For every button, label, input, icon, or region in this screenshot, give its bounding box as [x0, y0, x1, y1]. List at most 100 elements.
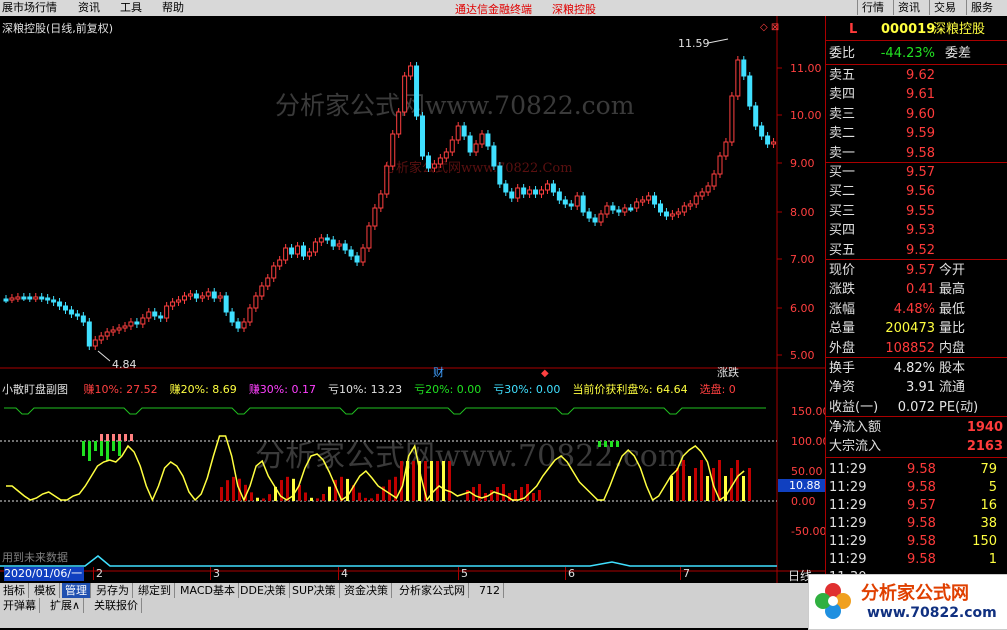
ind-bar: [688, 476, 691, 501]
btn-quotes[interactable]: 行情: [857, 0, 888, 15]
indicator-name[interactable]: 小散盯盘副图: [2, 383, 68, 396]
candle-body: [556, 191, 562, 201]
btn-service[interactable]: 服务: [966, 0, 997, 15]
candle-body: [479, 133, 485, 145]
candle-body: [765, 135, 771, 145]
candle-body: [431, 163, 437, 169]
ind-bar: [526, 484, 529, 501]
candle-body: [140, 317, 146, 325]
asks-row[interactable]: 卖一 9.58: [829, 144, 1005, 163]
stat-label2: PE(动): [939, 399, 979, 415]
bids-row[interactable]: 买一 9.57: [829, 163, 1005, 182]
tick-volume: 16: [980, 498, 997, 513]
logo-title: 分析家公式网: [861, 583, 969, 604]
candle-body: [378, 193, 384, 209]
ind-bar-pink: [106, 434, 109, 441]
price-tick: 9.00: [790, 157, 815, 170]
tab-2[interactable]: 关联报价: [91, 598, 142, 613]
ind-bar: [736, 460, 739, 501]
low-arrow: [97, 350, 111, 362]
tab-10[interactable]: 712: [476, 583, 504, 598]
stat-label2: 今开: [939, 263, 966, 278]
tick-row: 11:29 9.58 5: [829, 478, 1005, 497]
ind-bar-green: [610, 441, 613, 447]
bids-row[interactable]: 买二 9.56: [829, 182, 1005, 201]
btn-trade[interactable]: 交易: [929, 0, 960, 15]
ind-bar: [226, 480, 229, 501]
tab-1[interactable]: 扩展∧: [47, 598, 85, 613]
candle-body: [771, 141, 777, 145]
candle-body: [301, 245, 306, 257]
candle-body: [193, 293, 199, 299]
tab-1[interactable]: 模板: [31, 583, 60, 598]
candle-body: [574, 195, 580, 207]
tab-2[interactable]: 管理: [62, 583, 91, 598]
stat-label: 涨幅: [829, 301, 856, 317]
menu-market[interactable]: 展市场行情: [2, 1, 57, 15]
candle-body: [360, 247, 366, 263]
stat-label: 换手: [829, 361, 856, 376]
tab-0[interactable]: 指标: [0, 583, 29, 598]
tick-volume: 5: [988, 480, 997, 495]
asks-row[interactable]: 卖四 9.61: [829, 85, 1005, 104]
ind-bar: [682, 460, 685, 501]
price-axis: 11.00 10.00 9.00 8.00 7.00 6.00 5.00: [777, 62, 822, 362]
tick-row: 11:29 9.58 79: [829, 460, 1005, 479]
bids-row[interactable]: 买五 9.52: [829, 241, 1005, 260]
asks-row[interactable]: 卖二 9.59: [829, 124, 1005, 143]
candle-body: [425, 155, 431, 169]
btn-news[interactable]: 资讯: [893, 0, 924, 15]
tab-7[interactable]: SUP决策: [289, 583, 340, 598]
candle-body: [259, 285, 265, 297]
indicator-value-0: 赚10%: 27.52: [83, 383, 158, 396]
ind-bar-green: [616, 441, 619, 447]
asks-row[interactable]: 卖三 9.60: [829, 105, 1005, 124]
candle-body: [610, 205, 616, 211]
marker-diamond[interactable]: ◆: [541, 368, 549, 379]
ind-bar: [532, 493, 535, 501]
candle-body: [705, 185, 711, 193]
menu-tools[interactable]: 工具: [120, 1, 142, 15]
indicator-values: 赚10%: 27.52 赚20%: 8.69 赚30%: 0.17 亏10%: 13.…: [72, 383, 736, 396]
candle-body: [211, 291, 217, 299]
tab-9[interactable]: 分析家公式网: [396, 583, 469, 598]
separator: [826, 357, 1007, 358]
ind-bar-green: [94, 441, 97, 451]
candle-body: [223, 295, 229, 313]
stat-label: 外盘: [829, 340, 856, 356]
marker-finance[interactable]: 财: [433, 365, 444, 379]
tab-3[interactable]: 另存为: [93, 583, 133, 598]
tab-4[interactable]: 绑定到: [135, 583, 175, 598]
candle-body: [640, 199, 646, 203]
tab-0[interactable]: 开弹幕: [0, 598, 40, 613]
ind-bar: [388, 479, 391, 501]
chart-title: 深粮控股(日线,前复权): [2, 22, 114, 35]
ind-bar: [490, 490, 493, 501]
ind-bar: [538, 490, 541, 501]
candle-body: [21, 296, 27, 300]
kline-chart[interactable]: 分析家公式网www.70822.com 分析家公式网www.70822.Com …: [0, 16, 825, 583]
bids-row[interactable]: 买三 9.55: [829, 202, 1005, 221]
candle-body: [562, 199, 568, 205]
price-tick: 10.00: [790, 109, 822, 122]
asks-row[interactable]: 卖五 9.62: [829, 66, 1005, 85]
candle-body: [741, 59, 747, 77]
bids-row[interactable]: 买四 9.53: [829, 221, 1005, 240]
chart-corner-icons[interactable]: ◇ ⊠: [760, 22, 779, 33]
tab-8[interactable]: 资金决策: [341, 583, 392, 598]
row-price: 9.57: [906, 165, 935, 180]
indicator-header: 小散盯盘副图 赚10%: 27.52 赚20%: 8.69 赚30%: 0.17 亏1…: [2, 382, 777, 398]
candle-body: [116, 327, 122, 331]
menu-news[interactable]: 资讯: [78, 1, 100, 15]
x-tick: 7: [680, 567, 690, 580]
candle-body: [675, 211, 681, 215]
ind-bar-green: [118, 441, 121, 456]
ind-bar-pink: [100, 434, 103, 441]
tab-6[interactable]: DDE决策: [237, 583, 290, 598]
menu-help[interactable]: 帮助: [162, 1, 184, 15]
marker-zhangdie[interactable]: 涨跌: [717, 365, 739, 379]
candle-body: [277, 259, 283, 267]
candle-body: [723, 141, 729, 157]
tab-5[interactable]: MACD基本: [177, 583, 239, 598]
row-price: 9.53: [906, 223, 935, 239]
